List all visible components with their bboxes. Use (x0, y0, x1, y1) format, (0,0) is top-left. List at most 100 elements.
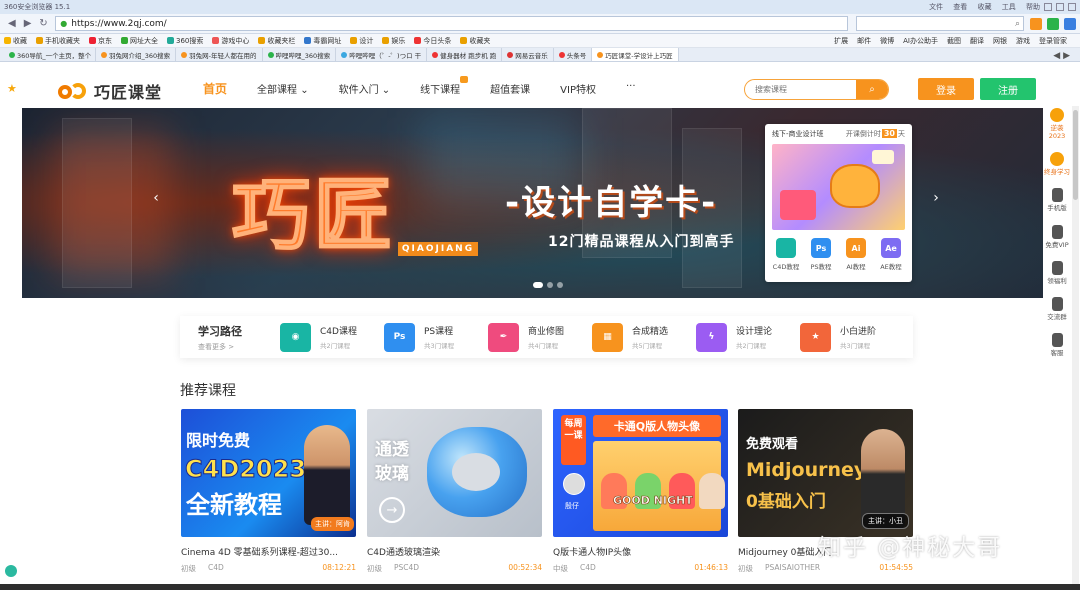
nav-all-courses[interactable]: 全部课程 ⌄ (257, 81, 309, 97)
bookmark-item[interactable]: 360搜索 (167, 36, 203, 46)
chat-icon[interactable] (5, 565, 17, 577)
maximize-button[interactable] (1056, 3, 1064, 11)
browser-tab[interactable]: 哔哩哔哩（゜-゜)つロ 干 (336, 48, 428, 61)
banner-dot[interactable] (547, 282, 553, 288)
browser-search-input[interactable]: ⌕ (856, 16, 1025, 31)
banner-dot[interactable] (557, 282, 563, 288)
bookmark-item[interactable]: 收藏夹栏 (258, 36, 295, 46)
back-icon[interactable]: ◀ (4, 17, 20, 31)
bookmark-item[interactable]: 收藏夹 (460, 36, 490, 46)
menu-help[interactable]: 帮助 (1026, 3, 1040, 11)
browser-tab[interactable]: 哔哩哔哩_360搜索 (263, 48, 337, 61)
bookmark-item[interactable]: 毒霸网址 (304, 36, 341, 46)
float-free-vip[interactable]: 免费VIP (1044, 224, 1070, 249)
category-theory[interactable]: ϟ 设计理论 共2门课程 (696, 322, 800, 352)
minimize-button[interactable] (1044, 3, 1052, 11)
toolbar-extensions[interactable]: 扩展 (834, 36, 848, 46)
browser-tab[interactable]: 健身器材 跑步机 跑 (427, 48, 503, 61)
toolbar-ai-assistant[interactable]: AI办公助手 (903, 36, 938, 46)
float-group-chat[interactable]: 交流群 (1044, 296, 1070, 321)
toolbar-translate[interactable]: 翻译 (970, 36, 984, 46)
bookmark-item[interactable]: 手机收藏夹 (36, 36, 80, 46)
course-title[interactable]: C4D通透玻璃渲染 (367, 545, 542, 558)
bookmark-item[interactable]: 今日头条 (414, 36, 451, 46)
bookmark-item[interactable]: 网址大全 (121, 36, 158, 46)
float-mobile[interactable]: 手机版 (1044, 188, 1070, 212)
banner-next-icon[interactable]: › (926, 188, 946, 208)
course-card[interactable]: 限时免费 C4D2023 全新教程 主讲：阿肯 Cinema 4D 零基础系列课… (181, 409, 356, 574)
menu-tools[interactable]: 工具 (1002, 3, 1016, 11)
menu-file[interactable]: 文件 (929, 3, 943, 11)
bookmark-item[interactable]: 游戏中心 (212, 36, 249, 46)
security-icon[interactable] (1047, 17, 1060, 30)
promo-ps[interactable]: Ps PS教程 (807, 238, 835, 271)
bookmark-item[interactable]: 娱乐 (382, 36, 405, 46)
course-card[interactable]: 每周一课 卡通Q版人物头像 GOOD NIGHT 殷仔 Q版卡通人物IP头像 中… (553, 409, 728, 574)
toolbar-bank[interactable]: 网银 (993, 36, 1007, 46)
nav-home[interactable]: 首页 (203, 80, 227, 97)
course-thumbnail[interactable]: 免费观看 Midjourney 0基础入门 主讲：小丑 (738, 409, 913, 537)
toolbar-login-manager[interactable]: 登录管家 (1039, 36, 1067, 46)
course-thumbnail[interactable]: 通透 玻璃 → (367, 409, 542, 537)
register-button[interactable]: 注册 (980, 78, 1036, 100)
category-compositing[interactable]: ▦ 合成精选 共5门课程 (592, 322, 696, 352)
login-button[interactable]: 登录 (918, 78, 974, 100)
promo-ae[interactable]: Ae AE教程 (877, 238, 905, 271)
tab-scroll-icon[interactable]: ◀ ▶ (1053, 51, 1080, 61)
search-icon[interactable]: ⌕ (1015, 19, 1020, 29)
nav-software[interactable]: 软件入门 ⌄ (339, 81, 391, 97)
browser-tab[interactable]: 360导航_一个主页，整个 (4, 48, 96, 61)
browser-tab[interactable]: 网易云音乐 (502, 48, 554, 61)
float-benefits[interactable]: 领福利 (1044, 260, 1070, 285)
forward-icon[interactable]: ▶ (20, 17, 36, 31)
course-search-input[interactable] (745, 85, 856, 94)
learning-path-more[interactable]: 查看更多 > (198, 342, 280, 352)
extension-icon[interactable] (1030, 17, 1043, 30)
bookmark-item[interactable]: 设计 (350, 36, 373, 46)
toolbar-mail[interactable]: 邮件 (857, 36, 871, 46)
promo-ai[interactable]: Ai AI教程 (842, 238, 870, 271)
nav-more[interactable]: ··· (626, 81, 636, 97)
browser-tab-active[interactable]: 巧匠课堂-学设计上巧匠 (592, 48, 679, 61)
nav-vip[interactable]: VIP特权 (560, 81, 596, 97)
banner-prev-icon[interactable]: ‹ (146, 188, 166, 208)
course-thumbnail[interactable]: 每周一课 卡通Q版人物头像 GOOD NIGHT 殷仔 (553, 409, 728, 537)
float-customer-service[interactable]: 客服 (1044, 332, 1070, 357)
learning-path[interactable]: 学习路径 查看更多 > (198, 323, 280, 352)
favorite-star-icon[interactable]: ★ (7, 82, 17, 95)
toolbar-screenshot[interactable]: 截图 (947, 36, 961, 46)
banner-dot[interactable] (533, 282, 543, 288)
promo-image[interactable] (772, 144, 905, 230)
account-icon[interactable] (1064, 17, 1077, 30)
page-scrollbar[interactable] (1072, 106, 1079, 586)
float-lifelong-learning[interactable]: 终身学习 (1044, 152, 1070, 176)
scrollbar-thumb[interactable] (1073, 110, 1078, 200)
bookmark-item[interactable]: 京东 (89, 36, 112, 46)
menu-view[interactable]: 查看 (953, 3, 967, 11)
category-c4d[interactable]: ◉ C4D课程 共2门课程 (280, 322, 384, 352)
category-ps[interactable]: Ps PS课程 共3门课程 (384, 322, 488, 352)
nav-bundles[interactable]: 超值套课 (490, 81, 530, 97)
close-window-button[interactable] (1068, 3, 1076, 11)
toolbar-games[interactable]: 游戏 (1016, 36, 1030, 46)
course-thumbnail[interactable]: 限时免费 C4D2023 全新教程 主讲：阿肯 (181, 409, 356, 537)
bookmark-item[interactable]: 收藏 (4, 36, 27, 46)
float-promo-2023[interactable]: 逆袭2023 (1044, 108, 1070, 140)
browser-tab[interactable]: 头条号 (554, 48, 593, 61)
toolbar-weibo[interactable]: 微博 (880, 36, 894, 46)
refresh-icon[interactable]: ↻ (36, 17, 52, 31)
promo-c4d[interactable]: C4D教程 (772, 238, 800, 271)
browser-tab[interactable]: 羽兔网-年轻人都在用的 (176, 48, 263, 61)
category-retouch[interactable]: ✒ 商业修图 共4门课程 (488, 322, 592, 352)
search-button[interactable]: ⌕ (856, 80, 888, 99)
category-beginner[interactable]: ★ 小白进阶 共3门课程 (800, 322, 904, 352)
course-title[interactable]: Cinema 4D 零基础系列课程-超过30... (181, 545, 356, 558)
browser-tab[interactable]: 羽兔网介绍_360搜索 (96, 48, 177, 61)
promo-card[interactable]: 线下-商业设计班 开课倒计时 30 天 C4D教程 Ps PS教程 Ai AI教程 Ae… (765, 124, 912, 282)
site-logo[interactable]: 巧匠课堂 (56, 79, 162, 103)
url-input[interactable]: ● https://www.2qj.com/ (55, 16, 849, 31)
course-card[interactable]: 通透 玻璃 → C4D通透玻璃渲染 初级 PSC4D 00:52:34 (367, 409, 542, 574)
menu-favorites[interactable]: 收藏 (978, 3, 992, 11)
nav-offline[interactable]: 线下课程 (420, 76, 469, 97)
course-title[interactable]: Q版卡通人物IP头像 (553, 545, 728, 558)
